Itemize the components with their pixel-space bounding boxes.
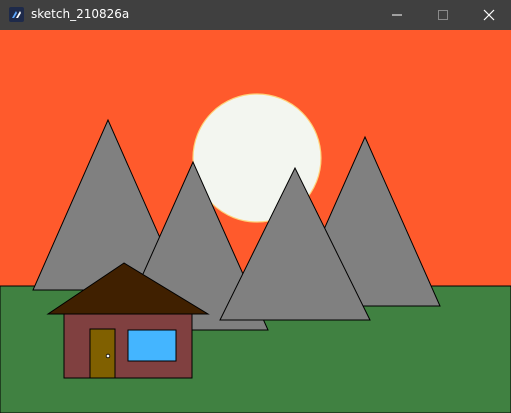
minimize-button[interactable]	[374, 0, 420, 30]
maximize-button[interactable]	[420, 0, 466, 30]
maximize-icon	[438, 10, 448, 20]
processing-app-icon	[9, 7, 24, 22]
house-door	[89, 328, 116, 379]
title-bar[interactable]: sketch_210826a	[0, 0, 511, 30]
minimize-icon	[392, 14, 402, 16]
window-title: sketch_210826a	[31, 7, 130, 21]
sketch-canvas[interactable]	[0, 30, 511, 413]
house-window	[127, 329, 177, 362]
door-knob	[105, 353, 111, 359]
close-button[interactable]	[465, 0, 511, 30]
app-window: sketch_210826a	[0, 0, 511, 413]
close-icon	[483, 9, 495, 21]
